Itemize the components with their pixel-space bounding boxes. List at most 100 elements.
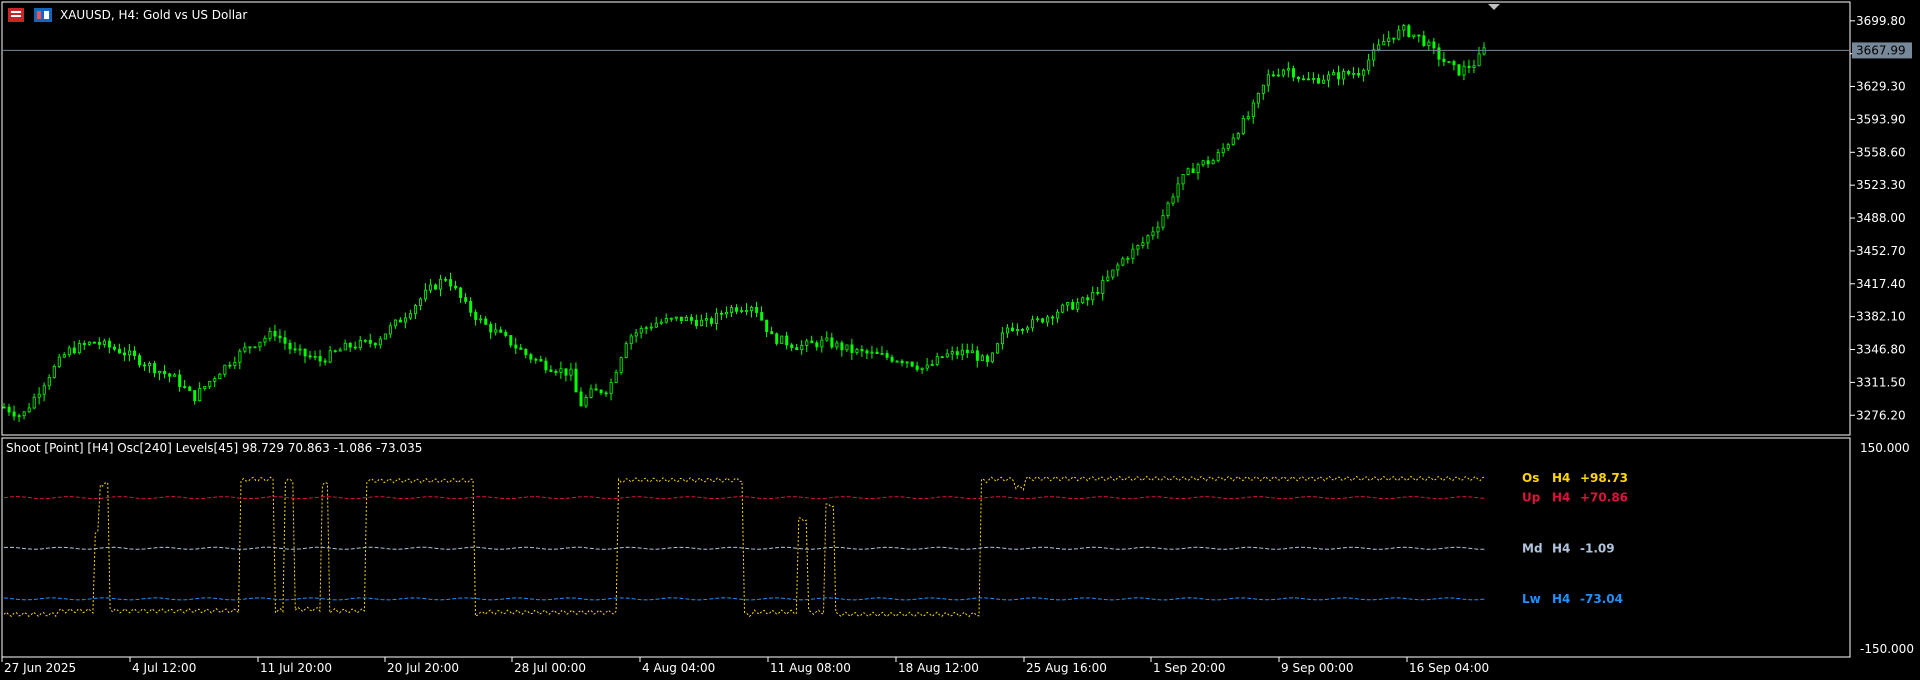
- candle-body: [579, 391, 583, 407]
- chart-window-icon[interactable]: [8, 8, 24, 22]
- candle-body: [669, 317, 673, 320]
- legend-value: -1.09: [1580, 541, 1615, 555]
- candle-body: [1136, 245, 1140, 250]
- candle-body: [1011, 327, 1015, 332]
- candle-body: [444, 278, 448, 281]
- candle-body: [1422, 35, 1426, 46]
- candle-body: [1317, 78, 1321, 84]
- candle-body: [198, 388, 202, 402]
- price-tick-label: 3629.30: [1856, 79, 1906, 93]
- candle-body: [12, 411, 16, 417]
- candle-body: [835, 342, 839, 348]
- price-pane[interactable]: [1, 1, 1851, 436]
- candle-body: [1146, 235, 1150, 244]
- candle-body: [920, 367, 924, 370]
- candle-body: [845, 344, 849, 351]
- indicator-axis[interactable]: 150.000 -150.000: [1860, 441, 1914, 656]
- candle-body: [564, 368, 568, 376]
- candle-body: [1000, 332, 1004, 345]
- candle-body: [434, 284, 438, 290]
- candle-body: [163, 371, 167, 375]
- candle-body: [950, 351, 954, 355]
- candle-body: [704, 318, 708, 321]
- candle-body: [509, 335, 513, 346]
- time-tick-label: 25 Aug 16:00: [1026, 661, 1107, 675]
- candle-body: [945, 353, 949, 358]
- candle-body: [890, 356, 894, 362]
- candle-body: [1367, 59, 1371, 71]
- candle-body: [619, 357, 623, 373]
- candle-body: [815, 342, 819, 348]
- candle-body: [1256, 92, 1260, 104]
- candle-body: [549, 369, 553, 372]
- candle-body: [57, 356, 61, 367]
- indicator-header: Shoot [Point] [H4] Osc[240] Levels[45] 9…: [6, 441, 422, 455]
- candle-body: [1462, 65, 1466, 76]
- candle-body: [684, 316, 688, 322]
- candle-body: [318, 356, 322, 362]
- candle-body: [795, 347, 799, 351]
- candle-body: [168, 373, 172, 377]
- candle-body: [424, 289, 428, 300]
- candle-body: [408, 313, 412, 319]
- price-tick-label: 3346.80: [1856, 343, 1906, 357]
- candle-body: [293, 348, 297, 351]
- candle-body: [42, 385, 46, 395]
- candle-body: [1031, 319, 1035, 329]
- time-tick-label: 11 Jul 20:00: [260, 661, 332, 675]
- candle-body: [760, 312, 764, 321]
- candle-body: [780, 335, 784, 344]
- candle-body: [323, 360, 327, 363]
- price-axis[interactable]: 3699.803664.503629.303593.903558.603523.…: [1850, 14, 1906, 422]
- candle-body: [358, 340, 362, 349]
- candle-body: [1076, 302, 1080, 310]
- candle-body: [915, 365, 919, 370]
- market-watch-icon[interactable]: [34, 8, 52, 22]
- candle-body: [785, 335, 789, 346]
- indicator-pane[interactable]: [1, 437, 1851, 658]
- candle-body: [885, 353, 889, 358]
- candle-body: [47, 376, 51, 387]
- time-tick-label: 27 Jun 2025: [4, 661, 76, 675]
- candle-body: [87, 341, 91, 345]
- candle-body: [1141, 242, 1145, 246]
- legend-timeframe: H4: [1552, 592, 1570, 606]
- candle-body: [694, 319, 698, 327]
- candle-body: [584, 397, 588, 407]
- candle-body: [529, 354, 533, 360]
- time-tick-label: 1 Sep 20:00: [1153, 661, 1225, 675]
- time-tick-label: 4 Jul 12:00: [132, 661, 196, 675]
- candle-body: [1427, 41, 1431, 46]
- candle-body: [1066, 302, 1070, 306]
- candle-body: [875, 351, 879, 354]
- candle-body: [62, 354, 66, 358]
- price-tick-label: 3488.00: [1856, 211, 1906, 225]
- candle-body: [218, 373, 222, 379]
- time-axis[interactable]: 27 Jun 2025 4 Jul 12:00 11 Jul 20:00 20 Jul…: [1, 657, 1489, 675]
- current-price-label: 3667.99: [1852, 42, 1912, 59]
- candle-body: [1477, 53, 1481, 67]
- candle-body: [940, 356, 944, 359]
- candle-body: [138, 355, 142, 366]
- candle-body: [7, 406, 11, 413]
- candle-body: [413, 305, 417, 315]
- candle-body: [820, 339, 824, 348]
- candle-body: [459, 287, 463, 299]
- candle-body: [494, 329, 498, 333]
- candle-body: [860, 349, 864, 352]
- candle-body: [539, 358, 543, 362]
- trading-chart[interactable]: XAUUSD, H4: Gold vs US Dollar 3699.80 366…: [0, 0, 1920, 680]
- candle-body: [388, 325, 392, 335]
- candle-body: [1392, 37, 1396, 40]
- candle-body: [1251, 102, 1255, 117]
- time-tick-label: 11 Aug 08:00: [770, 661, 851, 675]
- candle-body: [243, 346, 247, 352]
- candle-body: [599, 389, 603, 394]
- candle-body: [378, 338, 382, 346]
- candle-body: [439, 278, 443, 290]
- legend-key: Up: [1522, 491, 1541, 505]
- candle-body: [1161, 215, 1165, 228]
- candle-body: [343, 342, 347, 351]
- candle-body: [1342, 71, 1346, 80]
- candle-body: [559, 368, 563, 373]
